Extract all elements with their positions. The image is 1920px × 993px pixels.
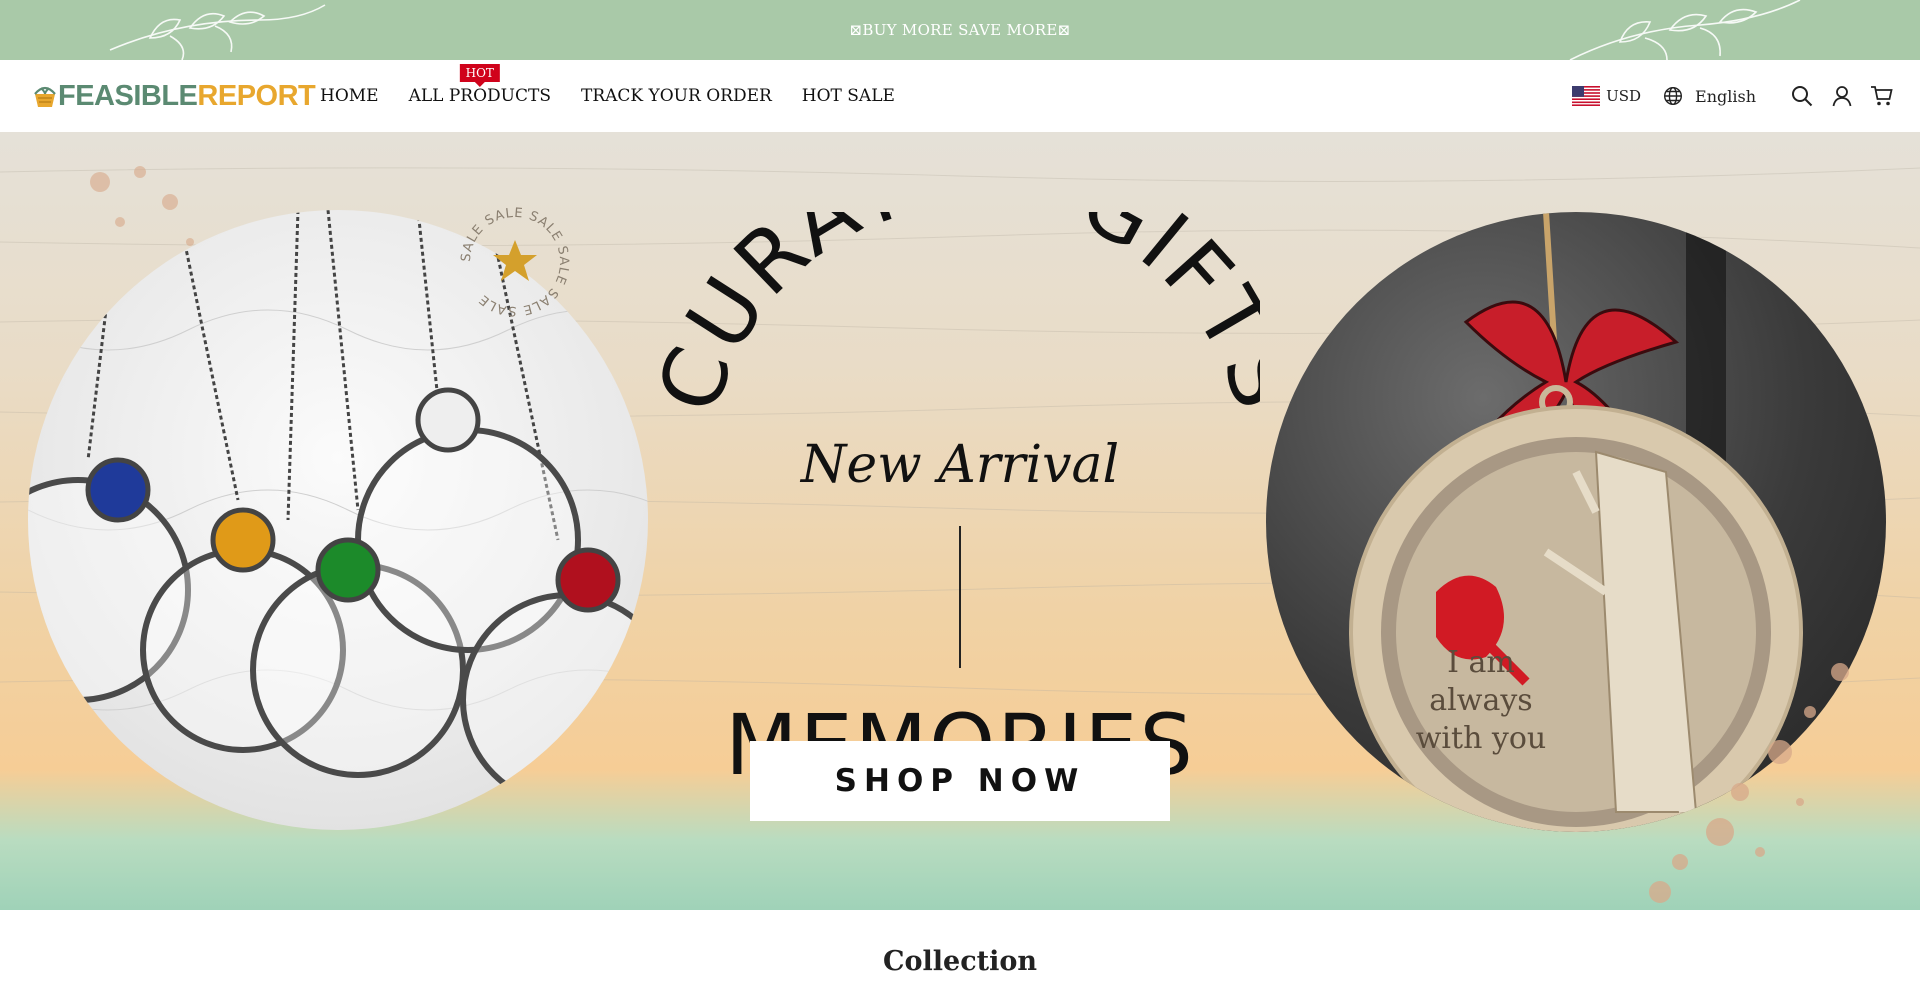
logo-text-feasible: FEASIBLE [58,80,198,112]
nav-item-label: TRACK YOUR ORDER [580,86,772,106]
announcement-text[interactable]: ⊠BUY MORE SAVE MORE⊠ [850,21,1071,39]
site-header: FEASIBLEREPORT HOME HOT ALL PRODUCTS TRA… [0,60,1920,132]
paint-splatter-left [90,166,194,246]
account-button[interactable] [1830,84,1854,108]
nav-item-home[interactable]: HOME [320,86,379,106]
sale-star-badge: SALE SALE SALE SALE SALE SALE [459,206,570,318]
currency-label: USD [1606,87,1642,105]
collection-heading: Collection [883,946,1037,977]
leaf-decoration-left [109,4,326,60]
cart-icon [1871,86,1893,106]
hot-badge: HOT [459,64,500,82]
cart-button[interactable] [1870,84,1894,108]
logo-text-report: REPORT [197,80,316,112]
gift-basket-icon [34,86,56,107]
account-icon [1832,86,1852,107]
search-icon [1792,86,1813,107]
ornament-text-line1: I am [1447,645,1515,680]
nav-item-label: HOME [320,86,379,106]
language-label: English [1695,86,1756,106]
currency-selector[interactable]: USD [1572,86,1641,106]
shop-now-button[interactable]: SHOP NOW [750,741,1170,821]
language-selector[interactable]: English [1663,86,1756,106]
nav-item-track-order[interactable]: TRACK YOUR ORDER [581,86,772,106]
ornament-text-line2: always [1429,683,1532,718]
leaf-decoration-right [1569,0,1801,60]
search-button[interactable] [1790,84,1814,108]
svg-text:CURATED GIFTS: CURATED GIFTS [660,212,1260,424]
new-arrival-text: New Arrival [799,435,1119,495]
announcement-bar: ⊠BUY MORE SAVE MORE⊠ [0,0,1920,60]
nav-item-all-products[interactable]: HOT ALL PRODUCTS [408,64,551,106]
site-logo[interactable]: FEASIBLEREPORT [32,80,316,113]
ornament-text-line3: with you [1416,721,1547,756]
globe-icon [1664,86,1683,106]
nav-item-label: ALL PRODUCTS [408,86,551,106]
hero-headline: CURATED GIFTS New Arrival MEMORIES [660,212,1260,794]
arc-title-text: CURATED GIFTS [660,212,1260,424]
nav-item-label: HOT SALE [801,86,895,106]
nav-item-hot-sale[interactable]: HOT SALE [802,86,895,106]
us-flag-icon [1572,86,1601,106]
hero-banner[interactable]: SALE SALE SALE SALE SALE SALE CURATED GI… [0,132,1920,910]
header-actions: USD English [1572,84,1894,108]
paint-splatter [1649,663,1849,903]
main-nav: HOME HOT ALL PRODUCTS TRACK YOUR ORDER H… [320,64,895,106]
